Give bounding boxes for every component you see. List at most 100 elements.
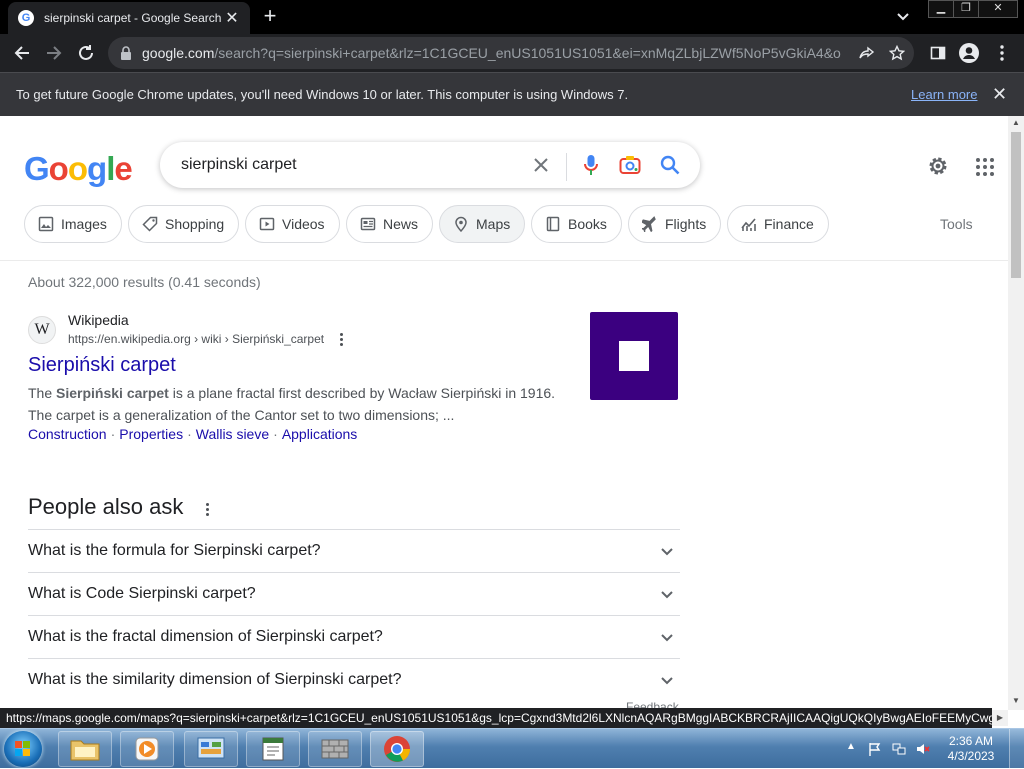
reload-icon[interactable] <box>74 41 98 65</box>
chrome-menu-icon[interactable] <box>990 41 1014 65</box>
book-icon <box>544 215 562 233</box>
paa-question[interactable]: What is the fractal dimension of Sierpin… <box>28 615 680 658</box>
folder-icon <box>70 740 100 761</box>
tab-search-chevron-icon[interactable] <box>895 8 915 26</box>
search-box[interactable]: sierpinski carpet <box>160 142 700 188</box>
chip-label: Maps <box>476 216 511 232</box>
result-thumbnail-image[interactable] <box>590 312 678 400</box>
search-box-divider <box>566 153 567 181</box>
logo-letter: o <box>48 150 69 187</box>
scroll-down-arrow-icon[interactable]: ▼ <box>1012 696 1020 705</box>
brick-wall-icon <box>321 739 349 759</box>
chart-icon <box>740 215 758 233</box>
chip-finance[interactable]: Finance <box>727 205 829 243</box>
infobar-close-icon[interactable]: ✕ <box>992 84 1007 105</box>
sitelink-separator: · <box>273 426 278 442</box>
settings-gear-icon[interactable] <box>926 154 950 178</box>
paa-question-text: What is the similarity dimension of Sier… <box>28 671 402 688</box>
lock-icon[interactable] <box>120 46 134 60</box>
chevron-down-icon <box>661 591 673 599</box>
scrollbar-thumb[interactable] <box>1011 132 1021 278</box>
google-apps-grid-icon[interactable] <box>973 155 997 179</box>
voice-search-mic-icon[interactable] <box>580 154 602 176</box>
infobar-message: To get future Google Chrome updates, you… <box>16 87 629 102</box>
show-desktop-button[interactable] <box>1009 729 1024 769</box>
close-window-icon[interactable]: ✕ <box>978 0 1018 18</box>
chip-label: News <box>383 216 419 232</box>
minimize-window-icon[interactable]: ▁ <box>928 0 954 18</box>
address-bar[interactable]: google.com/search?q=sierpinski+carpet&rl… <box>108 37 914 69</box>
chip-shopping[interactable]: Shopping <box>128 205 240 243</box>
show-hidden-icons-icon[interactable]: ▲ <box>846 741 860 755</box>
paa-question[interactable]: What is the formula for Sierpinski carpe… <box>28 529 680 572</box>
chip-flights[interactable]: Flights <box>628 205 722 243</box>
sitelink-wallis-sieve[interactable]: Wallis sieve <box>196 426 269 442</box>
header-divider <box>0 260 1008 261</box>
clear-search-icon[interactable] <box>530 154 552 176</box>
map-pin-icon <box>452 215 470 233</box>
chip-videos[interactable]: Videos <box>245 205 340 243</box>
system-tray: ▲ 2:36 AM 4/3/2023 <box>842 729 1024 769</box>
result-site-name[interactable]: Wikipedia <box>68 312 129 328</box>
windows-logo-icon <box>15 741 31 757</box>
new-tab-icon[interactable]: + <box>258 5 282 29</box>
result-title-link[interactable]: Sierpiński carpet <box>28 354 176 377</box>
clock-date: 4/3/2023 <box>947 749 995 763</box>
sitelink-applications[interactable]: Applications <box>282 426 358 442</box>
url-host: google.com <box>142 45 215 61</box>
volume-muted-icon[interactable] <box>916 742 930 756</box>
scroll-up-arrow-icon[interactable]: ▲ <box>1012 118 1020 127</box>
taskbar-control-panel[interactable] <box>184 731 238 767</box>
address-url: google.com/search?q=sierpinski+carpet&rl… <box>142 45 842 61</box>
taskbar-media-player[interactable] <box>120 731 174 767</box>
wikipedia-site-icon: W <box>28 316 56 344</box>
chip-maps[interactable]: Maps <box>439 205 526 243</box>
bookmark-star-icon[interactable] <box>888 44 906 62</box>
people-also-ask-title: People also ask <box>28 494 184 519</box>
link-status-bubble: https://maps.google.com/maps?q=sierpinsk… <box>0 708 992 728</box>
google-logo[interactable]: Google <box>24 150 133 188</box>
result-stats: About 322,000 results (0.41 seconds) <box>28 274 261 290</box>
chip-images[interactable]: Images <box>24 205 122 243</box>
chevron-down-icon <box>661 548 673 556</box>
paa-question[interactable]: What is Code Sierpinski carpet? <box>28 572 680 615</box>
action-center-flag-icon[interactable] <box>868 742 882 756</box>
taskbar-chrome[interactable] <box>370 731 424 767</box>
tools-button[interactable]: Tools <box>940 216 973 232</box>
scroll-right-arrow-icon[interactable]: ▶ <box>992 710 1008 726</box>
taskbar-notepad[interactable] <box>246 731 300 767</box>
plane-icon <box>641 215 659 233</box>
network-icon[interactable] <box>892 742 906 756</box>
search-input[interactable]: sierpinski carpet <box>181 156 297 174</box>
forward-arrow-icon[interactable] <box>42 41 66 65</box>
tab-close-icon[interactable]: ✕ <box>224 8 240 28</box>
paa-question-text: What is the fractal dimension of Sierpin… <box>28 628 383 645</box>
taskbar-clock[interactable]: 2:36 AM 4/3/2023 <box>944 734 998 764</box>
start-button[interactable] <box>4 731 42 767</box>
result-breadcrumb-url[interactable]: https://en.wikipedia.org › wiki › Sierpi… <box>68 332 324 346</box>
taskbar-firewall[interactable] <box>308 731 362 767</box>
sitelink-properties[interactable]: Properties <box>119 426 183 442</box>
vertical-scrollbar[interactable]: ▲ ▼ <box>1008 116 1024 710</box>
learn-more-link[interactable]: Learn more <box>911 87 977 102</box>
snippet-bold: Sierpiński carpet <box>56 385 169 401</box>
browser-tab[interactable]: G sierpinski carpet - Google Search ✕ <box>8 2 250 34</box>
browser-toolbar: google.com/search?q=sierpinski+carpet&rl… <box>0 34 1024 72</box>
share-icon[interactable] <box>858 44 876 62</box>
chip-label: Finance <box>764 216 814 232</box>
result-more-options-icon[interactable] <box>336 332 346 346</box>
profile-avatar-icon[interactable] <box>957 41 981 65</box>
restore-window-icon[interactable]: ❐ <box>953 0 979 18</box>
result-snippet: The Sierpiński carpet is a plane fractal… <box>28 382 568 426</box>
lens-camera-icon[interactable] <box>619 154 641 176</box>
side-panel-icon[interactable] <box>926 41 950 65</box>
people-also-ask-more-icon[interactable] <box>204 502 210 518</box>
taskbar-explorer[interactable] <box>58 731 112 767</box>
snippet-text: The <box>28 385 57 401</box>
chip-books[interactable]: Books <box>531 205 622 243</box>
sitelink-construction[interactable]: Construction <box>28 426 107 442</box>
search-magnifier-icon[interactable] <box>659 154 681 176</box>
paa-question[interactable]: What is the similarity dimension of Sier… <box>28 658 680 701</box>
back-arrow-icon[interactable] <box>10 41 34 65</box>
chip-news[interactable]: News <box>346 205 434 243</box>
